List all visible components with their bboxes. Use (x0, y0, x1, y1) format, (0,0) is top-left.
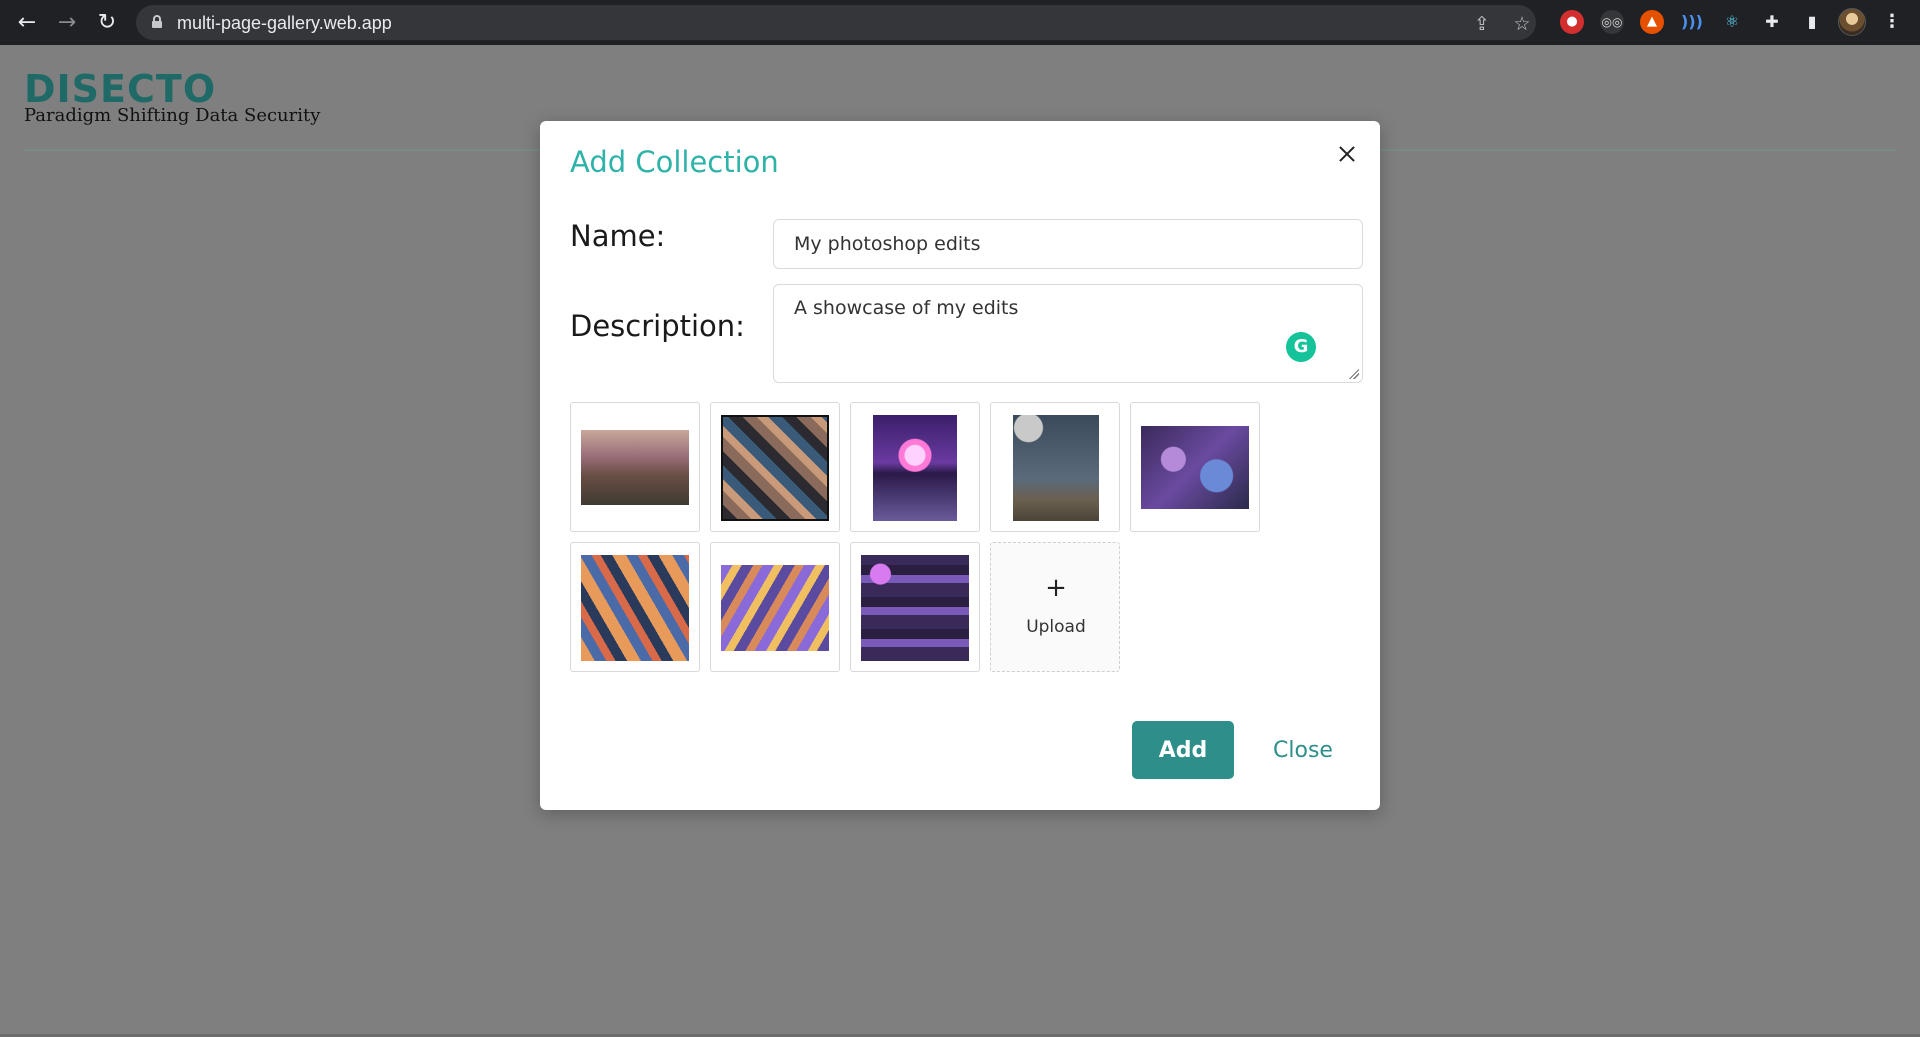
grammarly-icon[interactable]: G (1286, 332, 1316, 362)
name-input[interactable]: My photoshop edits (773, 219, 1363, 269)
gallery-thumbnail[interactable] (710, 542, 840, 672)
lock-icon[interactable] (152, 15, 162, 28)
wave-extension-icon[interactable]: ))) (1680, 10, 1704, 34)
react-devtools-icon[interactable]: ⚛ (1720, 10, 1744, 34)
menu-kebab-icon[interactable]: ⋮ (1880, 10, 1904, 34)
close-button[interactable]: Close (1258, 721, 1348, 779)
add-button[interactable]: Add (1132, 721, 1234, 779)
browser-toolbar: ← → ↻ multi-page-gallery.web.app ⇪ ☆ ● ◎… (0, 0, 1920, 45)
gallery-thumbnail[interactable] (570, 542, 700, 672)
thumbnail-image (861, 555, 969, 661)
brand[interactable]: DISECTO Paradigm Shifting Data Security (24, 69, 320, 126)
address-bar[interactable]: multi-page-gallery.web.app ⇪ ☆ (136, 5, 1536, 40)
gallery-thumbnail[interactable] (850, 542, 980, 672)
gallery-thumbnail[interactable] (990, 402, 1120, 532)
thumbnail-image (1013, 415, 1099, 521)
upload-button[interactable]: + Upload (990, 542, 1120, 672)
gallery-thumbnail[interactable] (1130, 402, 1260, 532)
thumbnail-image (873, 415, 957, 521)
description-text: A showcase of my edits (794, 297, 1019, 319)
close-icon[interactable] (1332, 139, 1362, 169)
description-label: Description: (570, 309, 745, 343)
flame-extension-icon[interactable]: ▲ (1640, 10, 1664, 34)
name-label: Name: (570, 219, 666, 253)
resize-grip-icon[interactable] (1349, 369, 1359, 379)
thumbnail-image (721, 415, 829, 521)
thumbnail-image (721, 565, 829, 651)
profile-avatar[interactable] (1838, 8, 1866, 36)
gallery-thumbnail[interactable] (710, 402, 840, 532)
modal-title: Add Collection (570, 145, 779, 179)
side-panel-icon[interactable]: ▮ (1800, 10, 1824, 34)
brand-tagline: Paradigm Shifting Data Security (24, 105, 321, 126)
reload-icon[interactable]: ↻ (93, 9, 121, 37)
add-collection-modal: Add Collection Name: My photoshop edits … (540, 121, 1380, 810)
gallery-thumbnail[interactable] (570, 402, 700, 532)
thumbnail-image (1141, 426, 1249, 509)
back-arrow-icon[interactable]: ← (13, 9, 41, 37)
bookmark-star-icon[interactable]: ☆ (1511, 13, 1533, 35)
share-icon[interactable]: ⇪ (1471, 13, 1493, 35)
upload-label: Upload (1026, 617, 1086, 637)
plus-icon: + (1045, 573, 1067, 603)
thumbnail-image (581, 430, 689, 505)
thumbnail-image (581, 555, 689, 661)
adblock-extension-icon[interactable]: ● (1560, 10, 1584, 34)
forward-arrow-icon[interactable]: → (53, 9, 81, 37)
description-textarea[interactable]: A showcase of my edits (773, 284, 1363, 383)
spy-glasses-extension-icon[interactable]: ◎◎ (1600, 10, 1624, 34)
gallery-thumbnail[interactable] (850, 402, 980, 532)
extensions-puzzle-icon[interactable]: ✚ (1760, 10, 1784, 34)
brand-logo: DISECTO (24, 67, 217, 111)
url-text[interactable]: multi-page-gallery.web.app (177, 13, 392, 34)
